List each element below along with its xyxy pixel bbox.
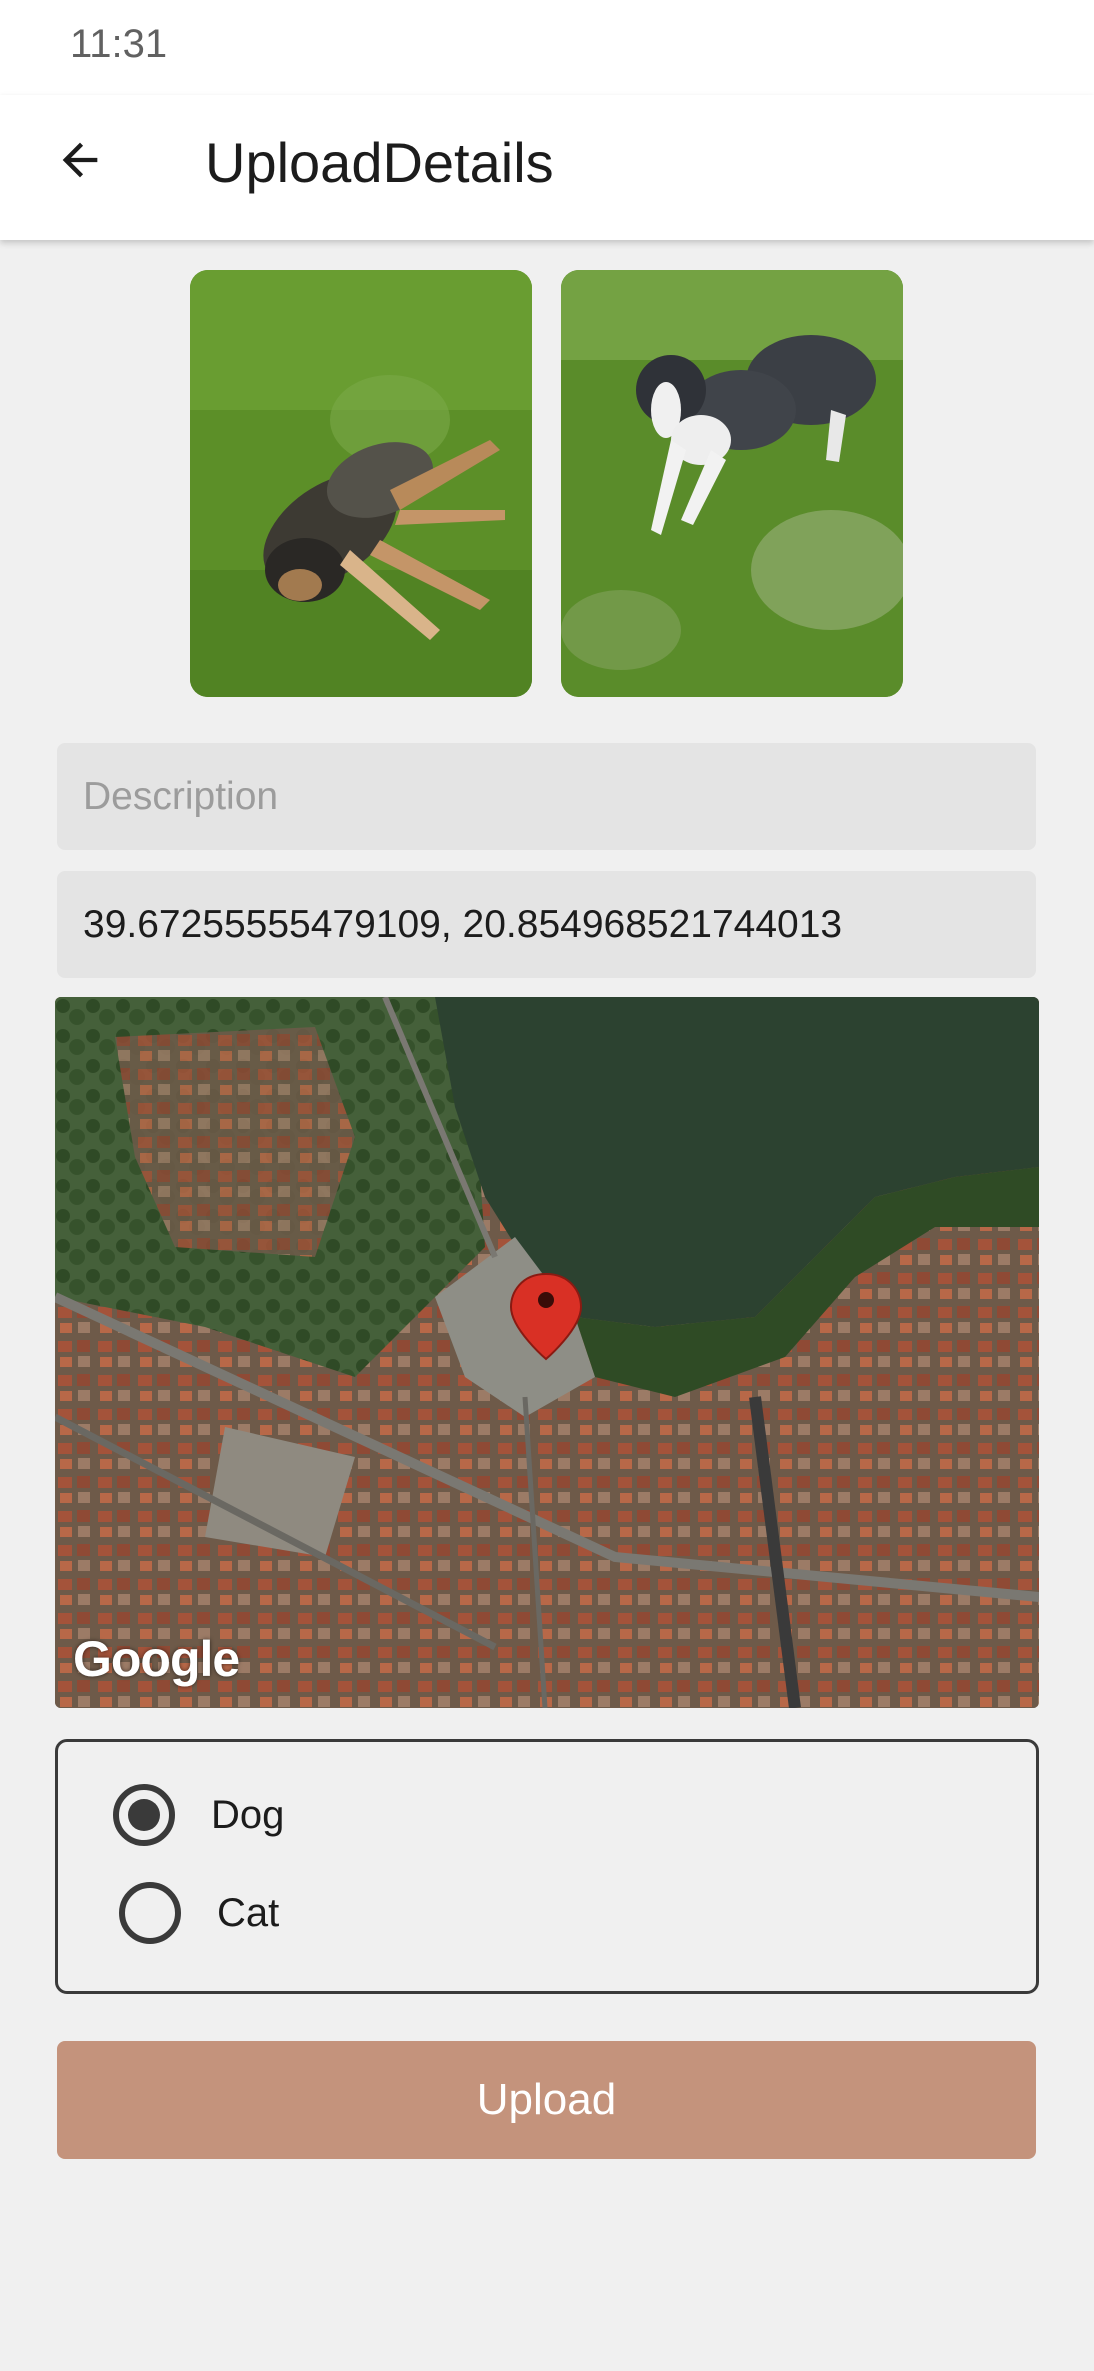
back-button[interactable]: [40, 120, 120, 200]
upload-button[interactable]: Upload: [57, 2041, 1036, 2159]
radio-selected-dot: [128, 1799, 160, 1831]
radio-button-cat[interactable]: [119, 1882, 181, 1944]
arrow-back-icon: [62, 142, 98, 178]
description-field[interactable]: [57, 743, 1036, 850]
google-logo: Google: [73, 1631, 240, 1687]
radio-label-dog: Dog: [211, 1792, 285, 1837]
map-view[interactable]: Google: [55, 997, 1039, 1708]
radio-label-cat: Cat: [217, 1890, 280, 1935]
page-title: UploadDetails: [205, 131, 554, 194]
radio-option-cat[interactable]: Cat: [119, 1882, 279, 1944]
location-input[interactable]: [83, 902, 1010, 947]
status-bar: 11:31: [0, 0, 1094, 95]
description-input[interactable]: [83, 774, 1010, 819]
status-time: 11:31: [70, 22, 168, 66]
location-field[interactable]: [57, 871, 1036, 978]
animal-type-radio-group: Dog Cat: [55, 1739, 1039, 1994]
radio-button-dog[interactable]: [113, 1784, 175, 1846]
dog-photo-2[interactable]: [561, 270, 903, 697]
dog-photo-1[interactable]: [190, 270, 532, 697]
radio-option-dog[interactable]: Dog: [113, 1784, 284, 1846]
app-bar: UploadDetails: [0, 95, 1094, 240]
